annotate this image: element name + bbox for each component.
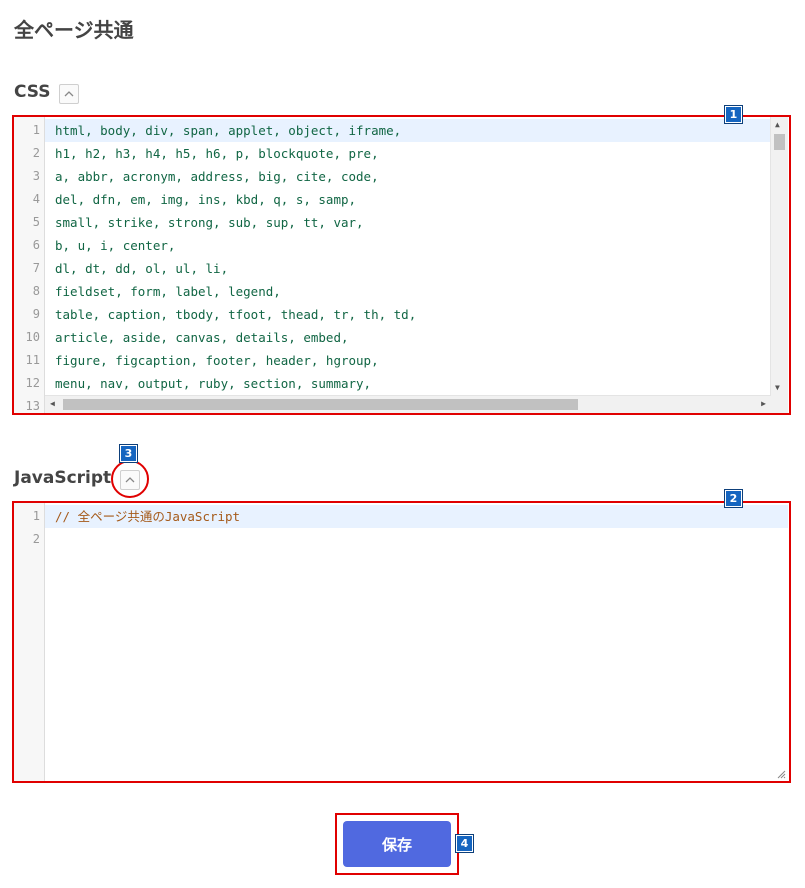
- page-title: 全ページ共通: [14, 18, 134, 42]
- js-section-label: JavaScript: [14, 468, 112, 488]
- badge-1: 1: [725, 106, 742, 123]
- css-collapse-button[interactable]: [59, 84, 79, 104]
- css-section-label: CSS: [14, 82, 51, 102]
- save-button[interactable]: 保存: [343, 821, 451, 867]
- js-collapse-highlight-circle: [111, 460, 149, 498]
- badge-2: 2: [725, 490, 742, 507]
- js-editor-highlight-box: [12, 501, 791, 783]
- chevron-up-icon: [64, 91, 74, 97]
- badge-4: 4: [456, 835, 473, 852]
- badge-3: 3: [120, 445, 137, 462]
- css-editor-highlight-box: [12, 115, 791, 415]
